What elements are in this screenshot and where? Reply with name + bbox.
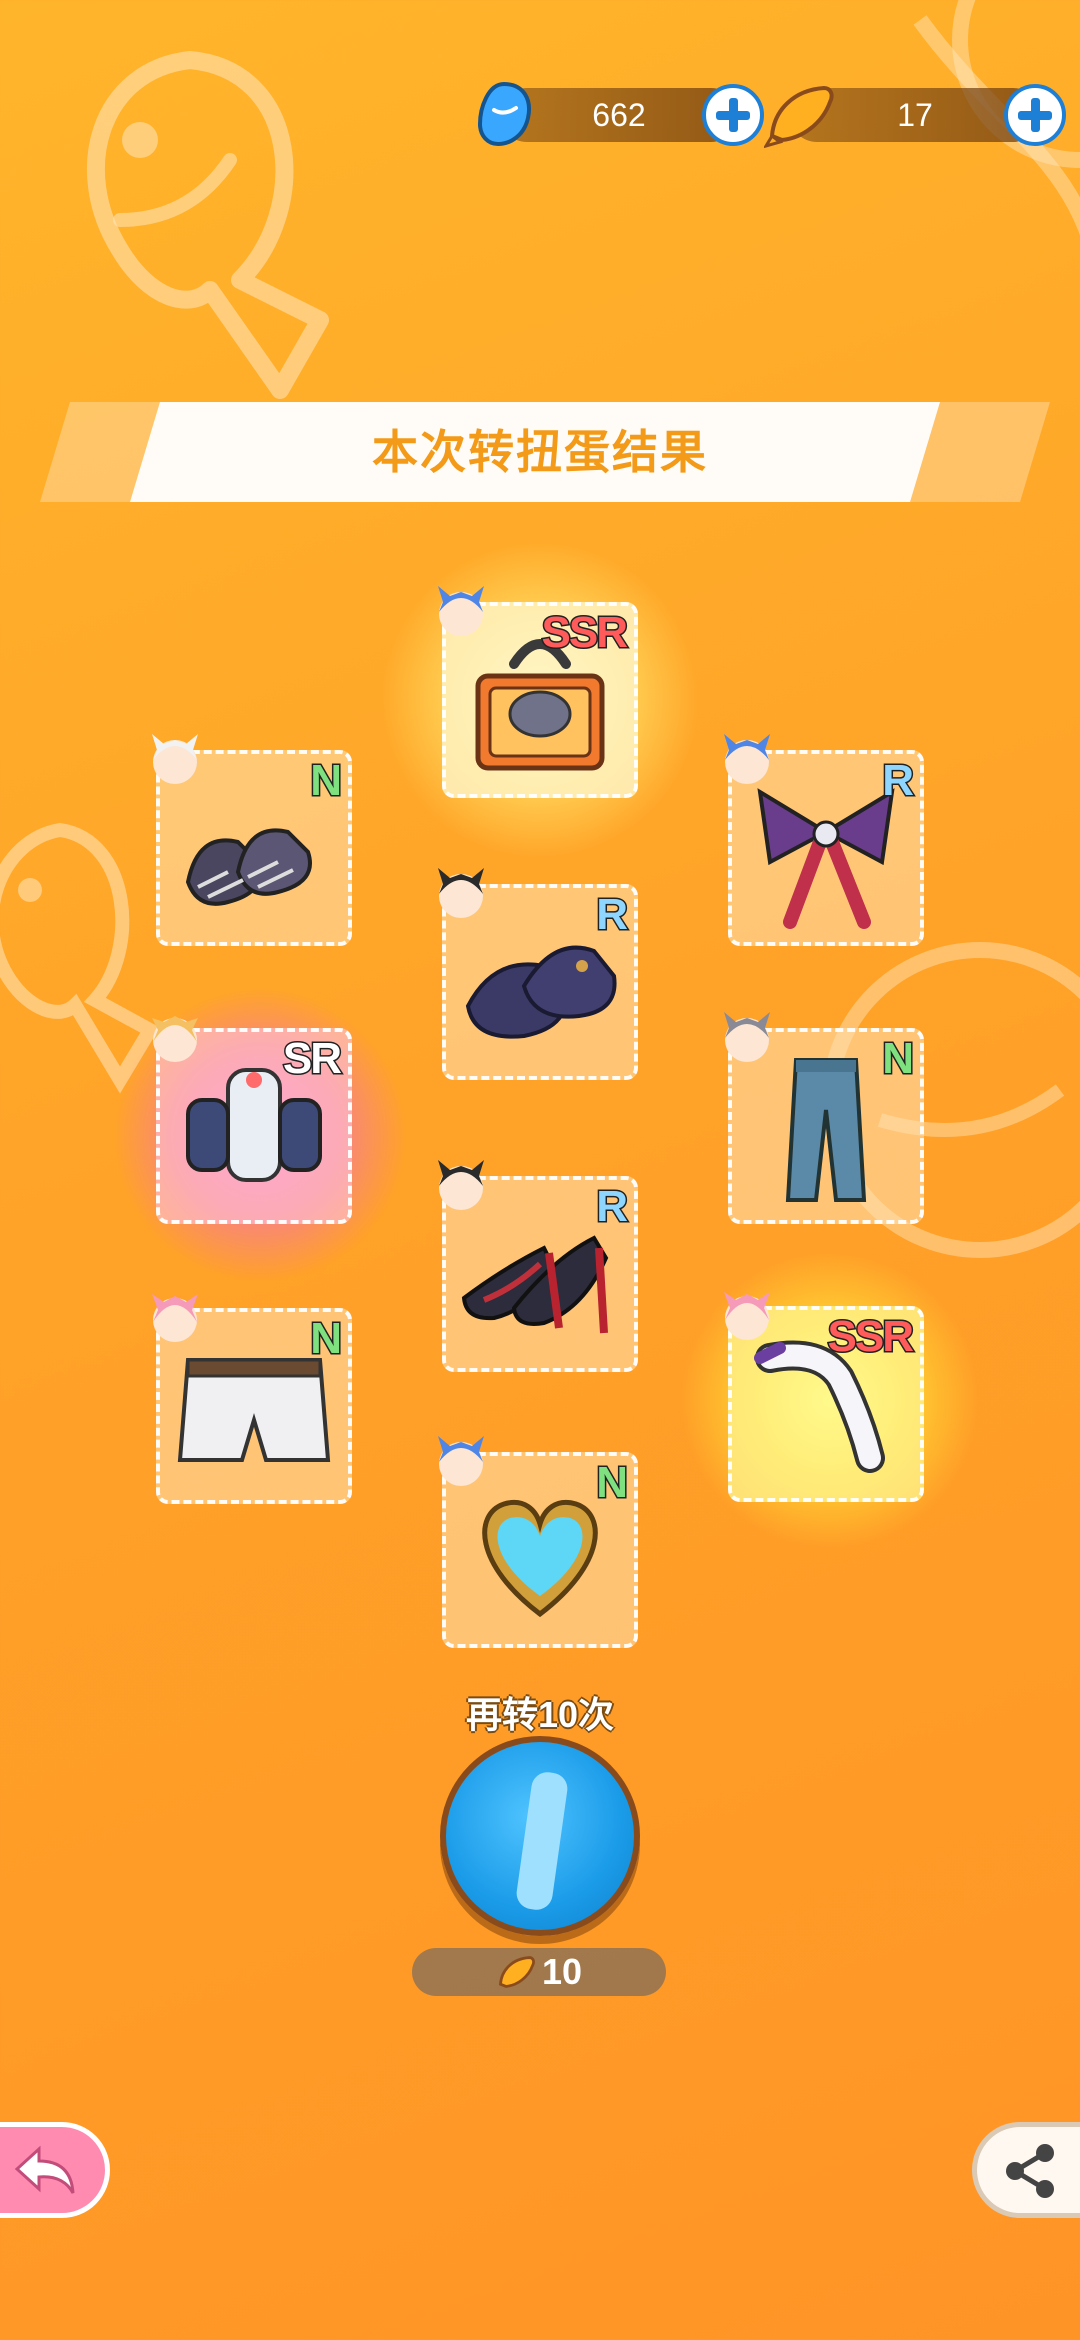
fish-watermark-icon [0,822,160,1094]
result-card[interactable]: N [438,1436,638,1648]
character-avatar-icon [724,1012,770,1062]
result-card[interactable]: R [438,1160,638,1372]
rarity-badge: SSR [540,607,630,659]
rarity-badge: R [595,889,630,941]
character-avatar-icon [152,1294,198,1342]
character-avatar-icon [438,1436,484,1486]
rarity-badge: R [881,755,916,807]
share-icon [1006,2144,1054,2198]
spin-cost: 10 [412,1948,666,1996]
result-card[interactable]: N [152,1294,352,1504]
rarity-badge: SSR [826,1311,916,1363]
character-avatar-icon [152,734,198,784]
spin-again-label: 再转10次 [465,1694,615,1735]
result-card[interactable]: SR [152,1016,352,1224]
result-card[interactable]: R [724,734,924,946]
result-card[interactable]: N [724,1012,924,1224]
fish-count: 17 [897,96,933,133]
result-card[interactable]: SSR [724,1292,924,1502]
rarity-badge: R [595,1181,630,1233]
spin-cost-value: 10 [541,1951,583,1992]
capsule-handle-icon [514,1770,570,1912]
character-avatar-icon [724,734,770,784]
result-card[interactable]: R [438,868,638,1080]
rarity-badge: N [309,1313,344,1365]
result-card[interactable]: SSR [438,586,638,798]
golden-fish-icon [498,1956,535,1988]
back-arrow-icon [14,2145,75,2194]
character-avatar-icon [152,1016,198,1062]
rarity-badge: SR [281,1033,343,1085]
spin-again-button[interactable] [440,1736,640,1936]
rarity-badge: N [881,1033,916,1085]
rarity-badge: N [309,755,344,807]
share-button[interactable] [972,2122,1080,2218]
add-fish-button[interactable] [1004,84,1066,146]
character-avatar-icon [438,586,484,636]
character-avatar-icon [724,1292,770,1340]
character-avatar-icon [438,868,484,918]
add-gems-button[interactable] [702,84,764,146]
back-button[interactable] [0,2122,110,2218]
page-title: 本次转扭蛋结果 [372,426,708,478]
character-avatar-icon [438,1160,484,1210]
golden-fish-icon [764,85,834,148]
result-card[interactable]: N [152,734,352,946]
gem-count: 662 [592,96,646,133]
fish-watermark-icon [86,51,329,399]
blue-gem-icon [477,81,531,147]
rarity-badge: N [595,1457,630,1509]
fish-watermark-icon [913,0,1080,236]
